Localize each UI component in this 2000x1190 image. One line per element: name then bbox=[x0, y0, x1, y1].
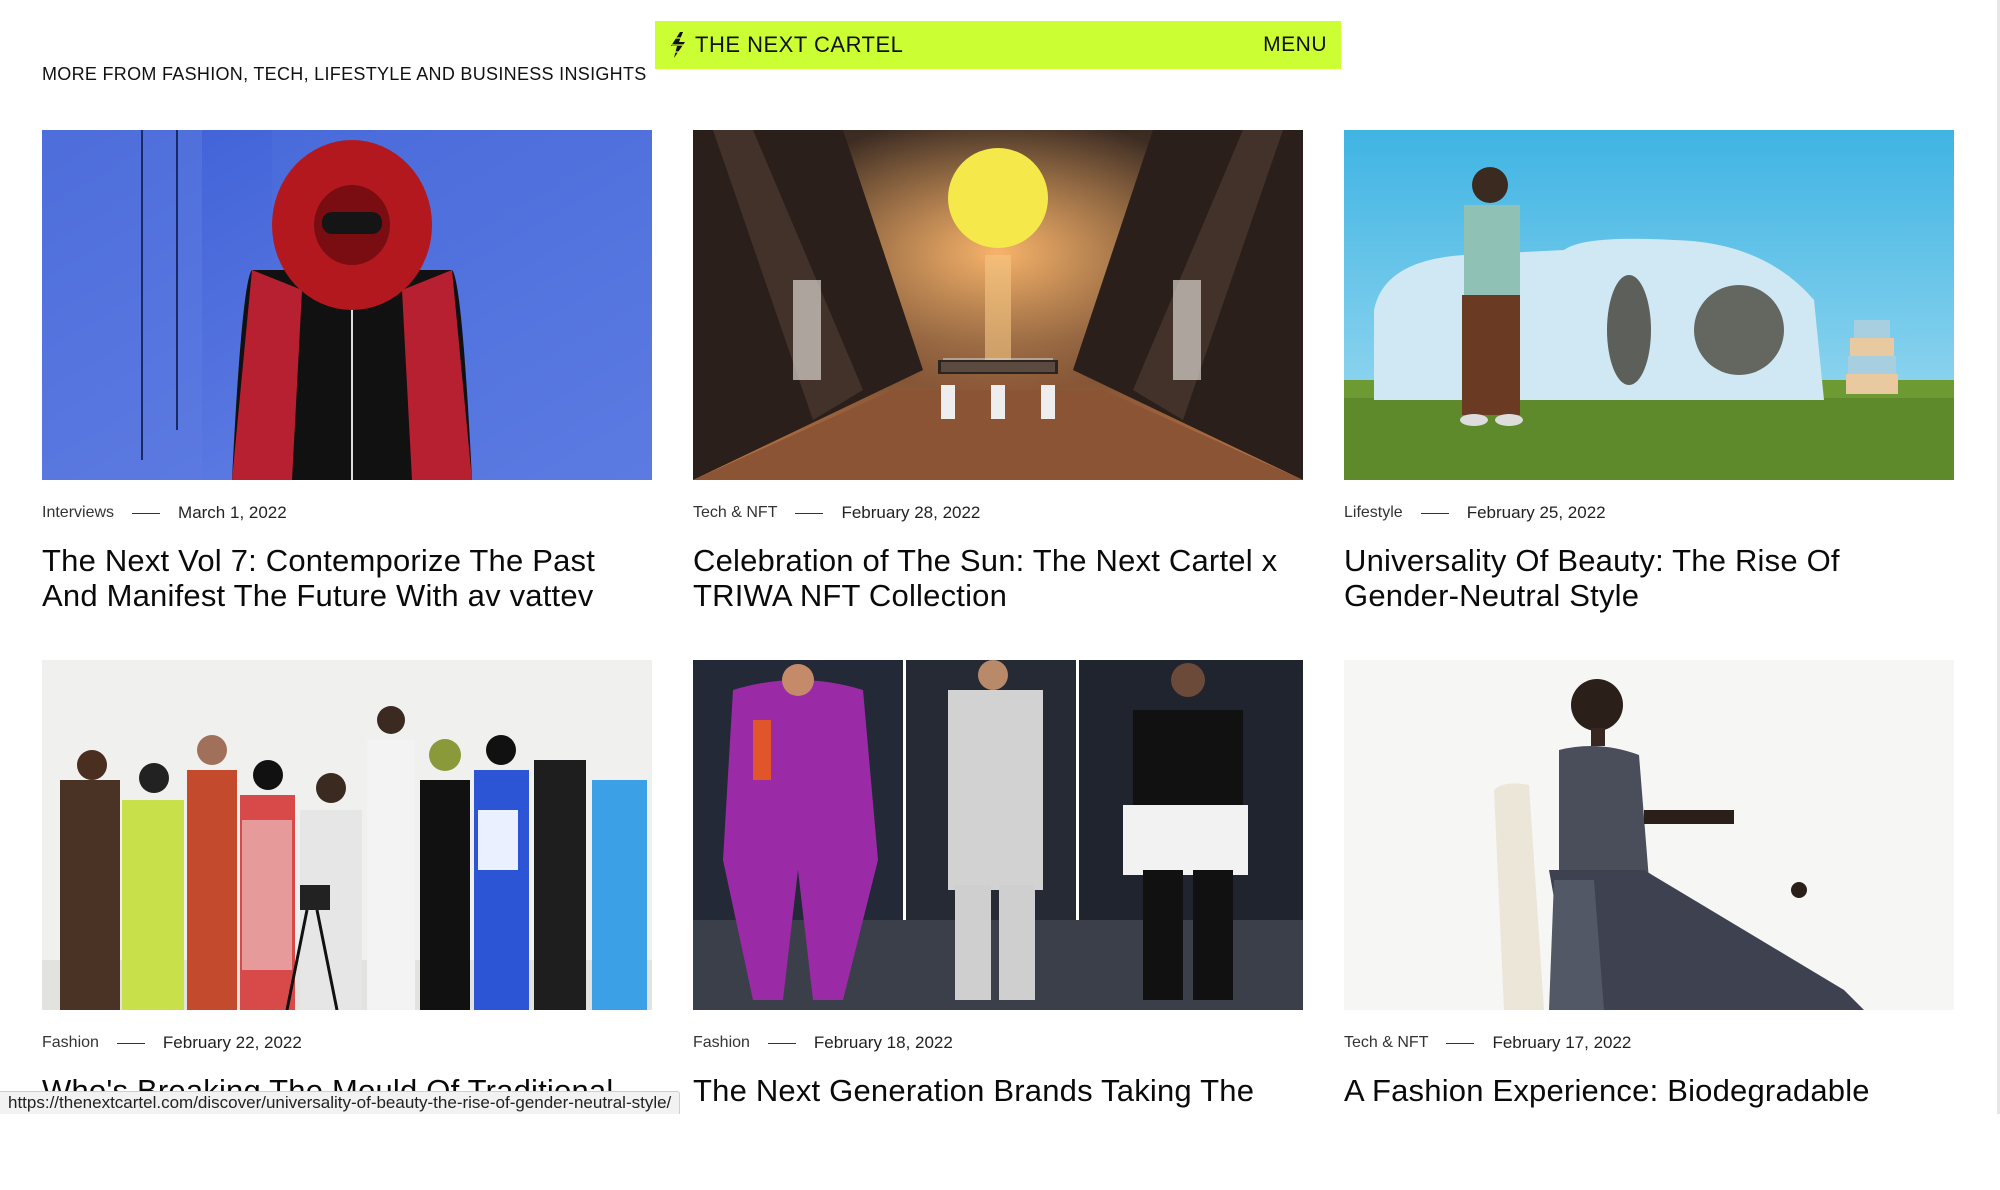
article-date: February 17, 2022 bbox=[1492, 1033, 1632, 1052]
article-date: February 25, 2022 bbox=[1466, 503, 1606, 522]
article-date: February 28, 2022 bbox=[841, 503, 981, 522]
article-card[interactable]: Tech & NFT February 17, 2022 A Fashion E… bbox=[1344, 660, 1954, 1190]
article-date: February 22, 2022 bbox=[162, 1033, 302, 1052]
site-header-bar: THE NEXT CARTEL MENU bbox=[655, 21, 1341, 69]
article-date: March 1, 2022 bbox=[178, 503, 287, 522]
article-image[interactable] bbox=[1344, 660, 1954, 1010]
article-title[interactable]: Celebration of The Sun: The Next Cartel … bbox=[693, 543, 1303, 613]
meta-divider bbox=[767, 1042, 796, 1044]
article-card[interactable]: Tech & NFT February 28, 2022 Celebration… bbox=[693, 130, 1303, 660]
article-category[interactable]: Fashion bbox=[693, 1034, 750, 1052]
article-image[interactable] bbox=[1344, 130, 1954, 480]
article-image[interactable] bbox=[42, 130, 652, 480]
lightning-bolt-icon[interactable] bbox=[669, 32, 687, 58]
article-card[interactable]: Interviews March 1, 2022 The Next Vol 7:… bbox=[42, 130, 652, 660]
article-date: February 18, 2022 bbox=[813, 1033, 953, 1052]
article-title[interactable]: Universality Of Beauty: The Rise Of Gend… bbox=[1344, 543, 1954, 613]
menu-button[interactable]: MENU bbox=[1263, 33, 1327, 57]
meta-divider bbox=[116, 1042, 145, 1044]
article-category[interactable]: Tech & NFT bbox=[1344, 1034, 1428, 1052]
article-card[interactable]: Fashion February 18, 2022 The Next Gener… bbox=[693, 660, 1303, 1190]
article-category[interactable]: Lifestyle bbox=[1344, 504, 1403, 522]
meta-divider bbox=[132, 512, 161, 514]
article-image[interactable] bbox=[693, 660, 1303, 1010]
browser-status-url: https://thenextcartel.com/discover/unive… bbox=[0, 1091, 681, 1114]
article-card[interactable]: Lifestyle February 25, 2022 Universality… bbox=[1344, 130, 1954, 660]
meta-divider bbox=[795, 512, 824, 514]
article-title[interactable]: A Fashion Experience: Biodegradable bbox=[1344, 1073, 1954, 1108]
article-grid: Interviews March 1, 2022 The Next Vol 7:… bbox=[42, 130, 1954, 1190]
meta-divider bbox=[1446, 1042, 1475, 1044]
article-image[interactable] bbox=[42, 660, 652, 1010]
article-image[interactable] bbox=[693, 130, 1303, 480]
article-category[interactable]: Interviews bbox=[42, 504, 114, 522]
article-title[interactable]: The Next Vol 7: Contemporize The Past An… bbox=[42, 543, 652, 613]
article-category[interactable]: Fashion bbox=[42, 1034, 99, 1052]
section-heading: MORE FROM FASHION, TECH, LIFESTYLE AND B… bbox=[42, 64, 647, 84]
article-title[interactable]: The Next Generation Brands Taking The bbox=[693, 1073, 1303, 1108]
meta-divider bbox=[1420, 512, 1449, 514]
site-logo[interactable]: THE NEXT CARTEL bbox=[695, 32, 903, 58]
article-category[interactable]: Tech & NFT bbox=[693, 504, 777, 522]
